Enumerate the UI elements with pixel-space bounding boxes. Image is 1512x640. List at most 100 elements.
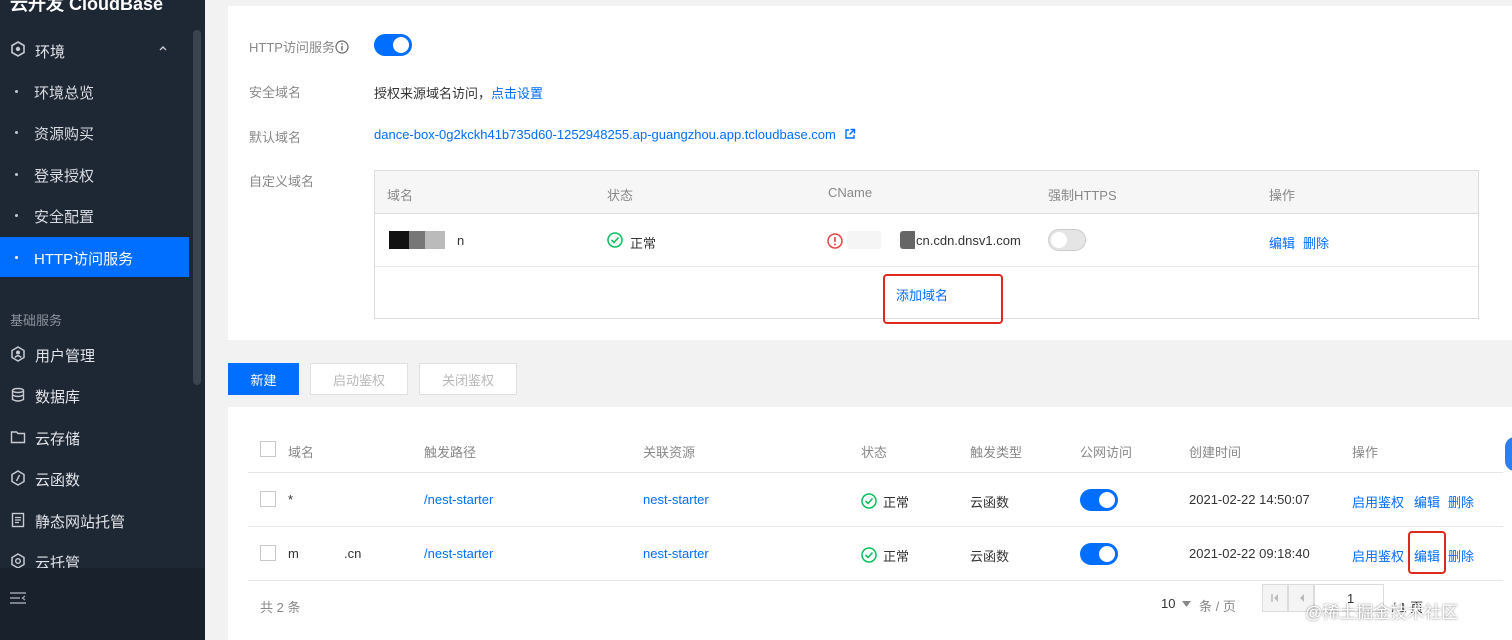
info-icon[interactable]: [335, 40, 349, 54]
select-all-checkbox[interactable]: [260, 441, 276, 457]
redacted-block: [389, 231, 409, 249]
column-header: 域名: [387, 188, 414, 203]
row-checkbox[interactable]: [260, 491, 276, 507]
database-icon: [11, 387, 25, 402]
delete-link[interactable]: 删除: [1303, 233, 1329, 252]
sidebar-item-storage[interactable]: 云存储: [0, 417, 190, 457]
bullet-dot: [15, 256, 18, 259]
sidebar-group-title: 基础服务: [10, 313, 63, 328]
default-domain-link[interactable]: dance-box-0g2kckh41b735d60-1252948255.ap…: [374, 127, 836, 142]
delete-link[interactable]: 删除: [1448, 492, 1474, 511]
bullet-dot: [15, 214, 18, 217]
created-time-cell: 2021-02-22 09:18:40: [1189, 546, 1310, 561]
column-header: 公网访问: [1080, 445, 1133, 460]
secure-domain-settings-link[interactable]: 点击设置: [491, 86, 543, 101]
status-cell: 正常: [883, 495, 910, 510]
sidebar-item-static-hosting[interactable]: 静态网站托管: [0, 500, 190, 540]
column-header: 域名: [288, 445, 315, 460]
public-access-toggle[interactable]: [1080, 489, 1118, 511]
sidebar-item-env[interactable]: 环境: [0, 30, 190, 70]
sidebar-item-security[interactable]: 安全配置: [0, 195, 190, 235]
floating-help-button[interactable]: [1505, 437, 1512, 471]
table-header: 域名 触发路径 关联资源 状态 触发类型 公网访问 创建时间 操作: [248, 425, 1503, 473]
status-cell: 正常: [883, 549, 910, 564]
sidebar-item-http-service[interactable]: HTTP访问服务: [0, 237, 189, 277]
page-size-value[interactable]: 10: [1161, 596, 1175, 611]
success-icon: [861, 493, 877, 509]
custom-domain-label: 自定义域名: [249, 174, 315, 189]
error-icon: [827, 233, 843, 249]
sidebar-item-functions[interactable]: 云函数: [0, 458, 190, 498]
table-row: m .cn /nest-starter nest-starter 正常 云函数 …: [248, 527, 1503, 581]
row-checkbox[interactable]: [260, 545, 276, 561]
status-cell: 正常: [630, 236, 657, 251]
success-icon: [607, 232, 623, 248]
bullet-dot: [15, 173, 18, 176]
column-header: 创建时间: [1189, 445, 1242, 460]
sidebar-item-database[interactable]: 数据库: [0, 375, 190, 415]
success-icon: [861, 547, 877, 563]
function-icon: [11, 470, 25, 486]
watermark: @稀土掘金技术社区: [1305, 603, 1459, 622]
sidebar-item-label: 安全配置: [34, 209, 95, 226]
sidebar-item-label: 环境总览: [34, 85, 95, 102]
default-domain-row: dance-box-0g2kckh41b735d60-1252948255.ap…: [374, 127, 856, 142]
disable-auth-button[interactable]: 关闭鉴权: [419, 363, 517, 395]
column-header: 关联资源: [643, 445, 696, 460]
column-header: 操作: [1352, 445, 1379, 460]
collapse-menu-icon[interactable]: [9, 590, 27, 606]
page-size-unit: 条 / 页: [1199, 599, 1236, 614]
redacted-block: [847, 231, 881, 249]
sidebar-item-label: 登录授权: [34, 168, 95, 185]
sidebar-item-label: 资源购买: [34, 126, 95, 143]
domain-suffix-cell: .cn: [344, 546, 362, 561]
delete-link[interactable]: 删除: [1448, 546, 1474, 565]
highlight-box: [883, 274, 1003, 324]
column-header: 状态: [607, 188, 634, 203]
sidebar-item-label: 数据库: [35, 389, 81, 406]
path-link[interactable]: /nest-starter: [424, 492, 493, 507]
sidebar-item-purchase[interactable]: 资源购买: [0, 112, 190, 152]
table-row: n 正常 cn.cdn.dnsv1.com 编辑 删除: [375, 214, 1478, 267]
sidebar-item-users[interactable]: 用户管理: [0, 334, 190, 374]
public-access-toggle[interactable]: [1080, 543, 1118, 565]
external-link-icon[interactable]: [844, 128, 856, 140]
domain-cell: *: [288, 492, 294, 507]
sidebar-item-label: 云函数: [35, 472, 81, 489]
enable-auth-button[interactable]: 启动鉴权: [310, 363, 408, 395]
resource-link[interactable]: nest-starter: [643, 492, 709, 507]
column-header: 触发路径: [424, 445, 477, 460]
sidebar-item-label: 云存储: [35, 431, 81, 448]
caret-down-icon[interactable]: [1182, 601, 1191, 607]
sidebar-scrollbar[interactable]: [193, 30, 201, 385]
sidebar-item-label: 静态网站托管: [35, 514, 126, 531]
http-service-card: HTTP访问服务 安全域名 授权来源域名访问，点击设置 默认域名 dance-b…: [228, 6, 1512, 340]
column-header: 触发类型: [970, 445, 1023, 460]
redacted-block: [900, 231, 915, 249]
domain-cell: m: [288, 546, 299, 561]
path-link[interactable]: /nest-starter: [424, 546, 493, 561]
enable-auth-link[interactable]: 启用鉴权: [1352, 546, 1404, 565]
sidebar-item-login-auth[interactable]: 登录授权: [0, 154, 190, 194]
sidebar-item-label: 环境: [35, 44, 66, 61]
http-service-toggle[interactable]: [374, 34, 412, 56]
new-button[interactable]: 新建: [228, 363, 299, 395]
sidebar: 云开发 CloudBase 环境 环境总览 资源购买 登录授权 安全配置 HTT…: [0, 0, 205, 640]
first-page-icon: [1271, 594, 1278, 602]
user-icon: [11, 346, 25, 362]
enable-auth-link[interactable]: 启用鉴权: [1352, 492, 1404, 511]
column-header: 操作: [1269, 188, 1296, 203]
force-https-toggle[interactable]: [1048, 229, 1086, 251]
bullet-dot: [15, 90, 18, 93]
edit-link[interactable]: 编辑: [1414, 492, 1440, 511]
resource-link[interactable]: nest-starter: [643, 546, 709, 561]
cname-cell: cn.cdn.dnsv1.com: [916, 233, 1021, 248]
sidebar-item-overview[interactable]: 环境总览: [0, 71, 190, 111]
sidebar-item-label: 用户管理: [35, 348, 96, 365]
edit-link[interactable]: 编辑: [1269, 233, 1295, 252]
first-page-button[interactable]: [1262, 584, 1288, 612]
hexagon-icon: [11, 41, 25, 57]
gear-icon: [11, 553, 25, 569]
highlight-box: [1408, 531, 1446, 574]
default-domain-label: 默认域名: [249, 130, 302, 145]
